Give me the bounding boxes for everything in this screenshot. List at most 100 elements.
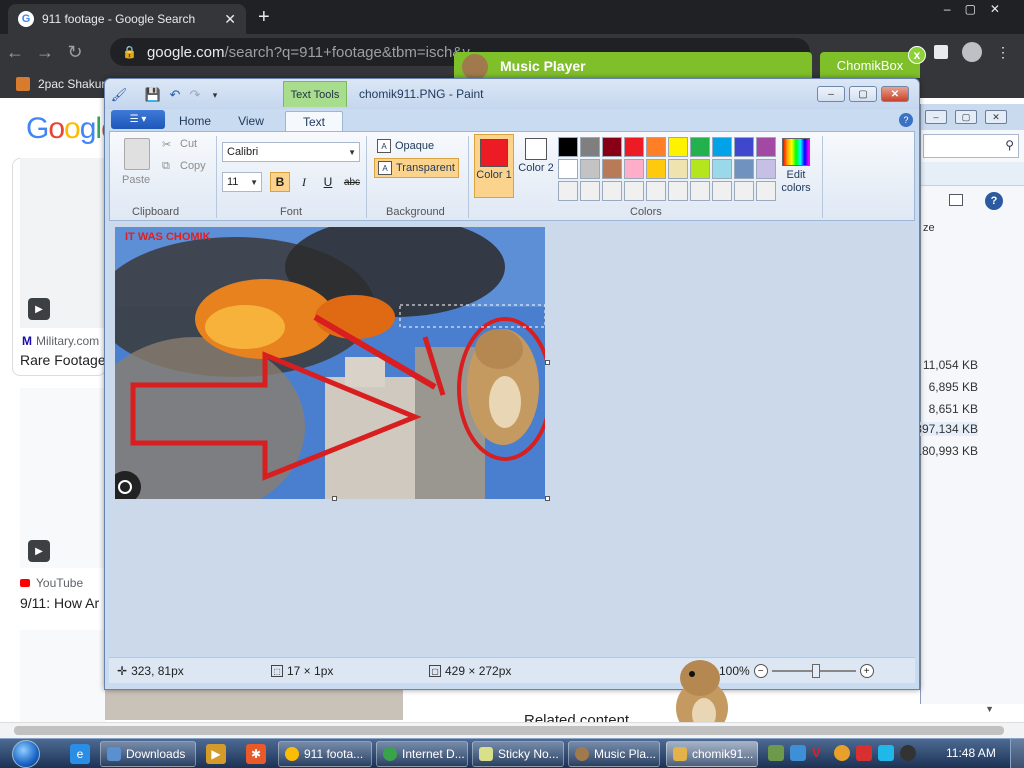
resize-handle[interactable] [332,496,337,501]
palette-swatch[interactable] [668,159,688,179]
result-image[interactable] [105,690,403,720]
help-icon[interactable]: ? [985,192,1003,210]
volume-icon[interactable] [900,745,916,761]
palette-swatch[interactable] [646,137,666,157]
copy-icon[interactable]: ⧉ [162,160,170,173]
help-icon[interactable]: ? [899,113,913,127]
save-icon[interactable]: 💾 [145,87,161,103]
palette-swatch[interactable] [712,159,732,179]
browser-tab[interactable]: G 911 footage - Google Search ✕ [8,4,246,34]
new-tab-button[interactable]: + [258,6,270,29]
palette-swatch[interactable] [690,137,710,157]
zoom-slider[interactable] [771,664,856,678]
tray-app-icon[interactable] [768,745,784,761]
palette-swatch[interactable] [734,137,754,157]
paint-app-icon[interactable]: 🖌 [111,87,128,103]
taskbar-paint[interactable]: chomik91... [666,741,758,767]
explorer-search-input[interactable]: ⚲ [923,134,1019,158]
tray-app-icon[interactable] [790,745,806,761]
font-size-select[interactable]: 11 ▼ [222,172,262,192]
palette-swatch[interactable] [734,181,754,201]
scroll-down-icon[interactable]: ▼ [985,704,994,714]
media-player-icon[interactable]: ▶ [206,744,226,764]
palette-swatch[interactable] [558,181,578,201]
result-title[interactable]: Rare Footage [20,352,106,368]
paste-button[interactable]: Paste [122,174,150,186]
undo-icon[interactable]: ↶ [167,87,183,103]
music-player-widget[interactable]: Music Player [454,52,812,80]
transparent-option[interactable]: A Transparent [374,158,459,178]
palette-swatch[interactable] [602,181,622,201]
back-icon[interactable]: ← [0,42,30,63]
taskbar-music-player[interactable]: Music Pla... [568,741,660,767]
color2-button[interactable]: Color 2 [516,134,556,198]
app-icon[interactable]: ✱ [246,744,266,764]
font-family-select[interactable]: Calibri ▼ [222,142,360,162]
palette-swatch[interactable] [646,181,666,201]
taskbar-chrome[interactable]: 911 foota... [278,741,372,767]
bold-button[interactable]: B [270,172,290,192]
ie-icon[interactable]: e [70,744,90,764]
resize-handle[interactable] [545,360,550,365]
antivirus-icon[interactable]: V [812,745,828,761]
clock[interactable]: 11:48 AM [946,746,996,760]
palette-swatch[interactable] [580,137,600,157]
palette-swatch[interactable] [580,159,600,179]
palette-swatch[interactable] [558,137,578,157]
close-tab-icon[interactable]: ✕ [224,11,236,28]
close-button[interactable]: ✕ [881,86,909,102]
palette-swatch[interactable] [712,181,732,201]
reload-icon[interactable]: ↻ [60,42,90,63]
palette-swatch[interactable] [624,181,644,201]
flag-icon[interactable] [856,745,872,761]
palette-swatch[interactable] [690,181,710,201]
palette-swatch[interactable] [756,181,776,201]
palette-swatch[interactable] [712,137,732,157]
zoom-in-icon[interactable]: + [859,664,874,678]
palette-swatch[interactable] [756,137,776,157]
palette-swatch[interactable] [690,159,710,179]
menu-dots-icon[interactable]: ⋮ [996,44,1010,61]
network-icon[interactable] [878,745,894,761]
profile-avatar[interactable] [962,42,982,62]
close-button[interactable]: ✕ [985,110,1007,124]
tab-home[interactable]: Home [169,111,221,131]
show-desktop-button[interactable] [1010,739,1024,768]
palette-swatch[interactable] [646,159,666,179]
palette-swatch[interactable] [580,181,600,201]
start-button[interactable] [6,739,46,768]
chomikbox-widget[interactable]: ChomikBox [820,52,920,78]
minimize-button[interactable]: – [925,110,947,124]
color1-button[interactable]: Color 1 [474,134,514,198]
customize-quick-access-icon[interactable]: ▾ [207,87,223,103]
tab-view[interactable]: View [225,111,277,131]
edit-colors-button[interactable]: Edit colors [776,138,816,195]
palette-swatch[interactable] [624,159,644,179]
image-canvas[interactable]: IT WAS CHOMIK [115,227,545,499]
italic-button[interactable]: I [294,172,314,192]
palette-swatch[interactable] [602,137,622,157]
palette-swatch[interactable] [602,159,622,179]
zoom-out-icon[interactable]: − [753,664,768,678]
column-header-size[interactable]: ze [923,222,935,234]
tab-text[interactable]: Text [285,111,343,131]
cut-icon[interactable]: ✂ [162,138,171,151]
result-title[interactable]: 9/11: How Ar [20,595,99,611]
result-thumbnail[interactable] [20,630,106,728]
taskbar-internet-download[interactable]: Internet D... [376,741,468,767]
canvas-area[interactable]: IT WAS CHOMIK [109,223,915,655]
redo-icon[interactable]: ↷ [187,87,203,103]
palette-swatch[interactable] [668,181,688,201]
copy-button[interactable]: Copy [180,160,206,172]
forward-icon[interactable]: → [30,42,60,63]
palette-swatch[interactable] [734,159,754,179]
resize-handle[interactable] [545,496,550,501]
search-tray-icon[interactable] [834,745,850,761]
palette-swatch[interactable] [756,159,776,179]
horizontal-scrollbar[interactable] [0,722,1024,738]
cut-button[interactable]: Cut [180,138,197,150]
palette-swatch[interactable] [558,159,578,179]
maximize-button[interactable]: ▢ [849,86,877,102]
strikethrough-button[interactable]: abc [342,172,362,192]
taskbar-downloads[interactable]: Downloads [100,741,196,767]
